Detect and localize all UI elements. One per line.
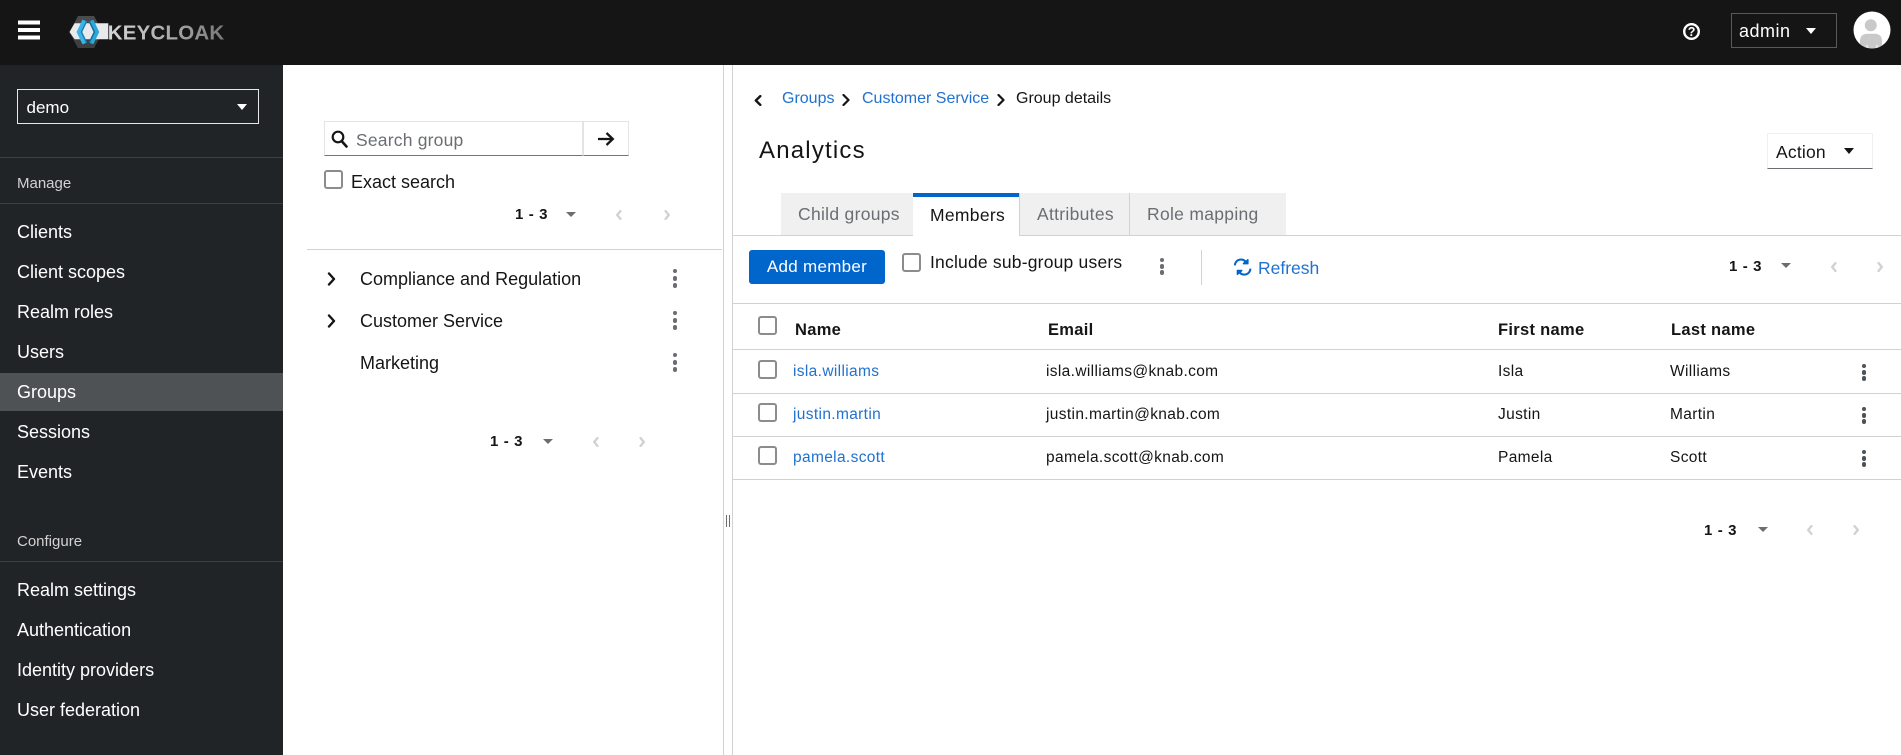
svg-text:?: ?: [1688, 25, 1696, 39]
svg-text:KEYCLOAK: KEYCLOAK: [108, 21, 225, 44]
